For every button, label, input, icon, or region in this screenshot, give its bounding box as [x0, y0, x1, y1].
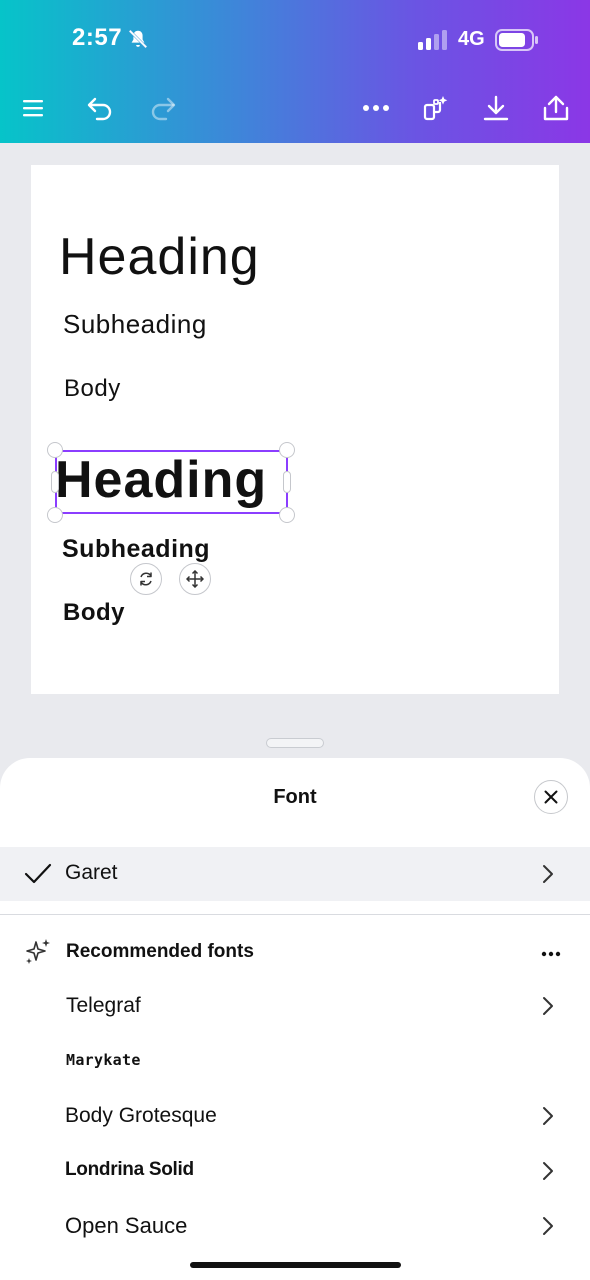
subheading-bold-text[interactable]: Subheading: [62, 535, 210, 564]
body-bold-text[interactable]: Body: [63, 599, 125, 627]
recommended-more-button[interactable]: [534, 944, 568, 964]
bell-muted-icon: [128, 29, 148, 49]
recommended-fonts-title: Recommended fonts: [66, 941, 254, 962]
font-option-label: Londrina Solid: [65, 1159, 194, 1180]
resize-handle-bottom-right[interactable]: [279, 507, 295, 523]
download-icon: [483, 95, 509, 121]
body-regular-text[interactable]: Body: [64, 375, 121, 403]
font-option-body-grotesque[interactable]: Body Grotesque: [0, 1091, 590, 1141]
sheet-drag-handle[interactable]: [266, 738, 324, 748]
chevron-right-icon: [543, 1107, 553, 1125]
subheading-regular-text[interactable]: Subheading: [63, 309, 207, 340]
menu-button[interactable]: [13, 88, 53, 128]
chevron-right-icon: [543, 997, 553, 1015]
network-type: 4G: [458, 28, 485, 50]
resize-handle-bottom-left[interactable]: [47, 507, 63, 523]
more-horizontal-icon: [363, 105, 389, 111]
cellular-signal-icon: [418, 30, 447, 50]
font-panel-title: Font: [273, 786, 317, 808]
close-button[interactable]: [534, 780, 568, 814]
resize-handle-left[interactable]: [51, 471, 59, 493]
chevron-right-icon: [543, 865, 553, 883]
checkmark-icon: [24, 863, 52, 884]
status-time: 2:57: [72, 24, 123, 51]
top-toolbar: 2:57 4G: [0, 0, 590, 143]
undo-button[interactable]: [80, 88, 120, 128]
current-font-row[interactable]: Garet: [0, 847, 590, 901]
font-option-londrina-solid[interactable]: Londrina Solid: [0, 1146, 590, 1196]
font-option-telegraf[interactable]: Telegraf: [0, 981, 590, 1031]
move-button[interactable]: [179, 563, 211, 595]
close-icon: [544, 790, 558, 804]
resize-handle-right[interactable]: [283, 471, 291, 493]
sparkles-icon: [26, 939, 50, 964]
rotate-button[interactable]: [130, 563, 162, 595]
resize-handle-top-left[interactable]: [47, 442, 63, 458]
font-option-label: Telegraf: [66, 994, 141, 1017]
move-icon: [186, 570, 204, 588]
font-option-label: Open Sauce: [65, 1213, 188, 1238]
resize-handle-top-right[interactable]: [279, 442, 295, 458]
design-canvas[interactable]: Heading Subheading Body Heading Subheadi…: [31, 165, 559, 694]
font-panel: Font Garet Recommended fonts Telegraf Ma…: [0, 758, 590, 1280]
battery-icon: [495, 29, 538, 51]
more-horizontal-icon: [541, 951, 561, 957]
font-option-open-sauce[interactable]: Open Sauce: [0, 1201, 590, 1251]
chevron-right-icon: [543, 1162, 553, 1180]
undo-icon: [87, 97, 112, 121]
magic-resize-icon: [423, 96, 448, 121]
font-option-label: Body Grotesque: [65, 1104, 217, 1127]
redo-button[interactable]: [143, 88, 183, 128]
more-options-button[interactable]: [356, 88, 396, 128]
screen: 2:57 4G Heading Subheading Body Heading …: [0, 0, 590, 1280]
share-icon: [543, 95, 569, 121]
rotate-icon: [140, 572, 152, 586]
share-button[interactable]: [536, 88, 576, 128]
selection-box: [55, 450, 288, 514]
magic-resize-button[interactable]: [416, 88, 456, 128]
font-option-marykate[interactable]: Marykate: [0, 1036, 590, 1086]
chevron-right-icon: [543, 1217, 553, 1235]
font-option-label: Marykate: [66, 1051, 141, 1069]
current-font-label: Garet: [65, 861, 118, 884]
home-indicator[interactable]: [190, 1262, 401, 1268]
hamburger-menu-icon: [23, 100, 43, 117]
redo-icon: [151, 97, 176, 121]
heading-regular-text[interactable]: Heading: [59, 227, 260, 287]
download-button[interactable]: [476, 88, 516, 128]
divider: [0, 914, 590, 915]
